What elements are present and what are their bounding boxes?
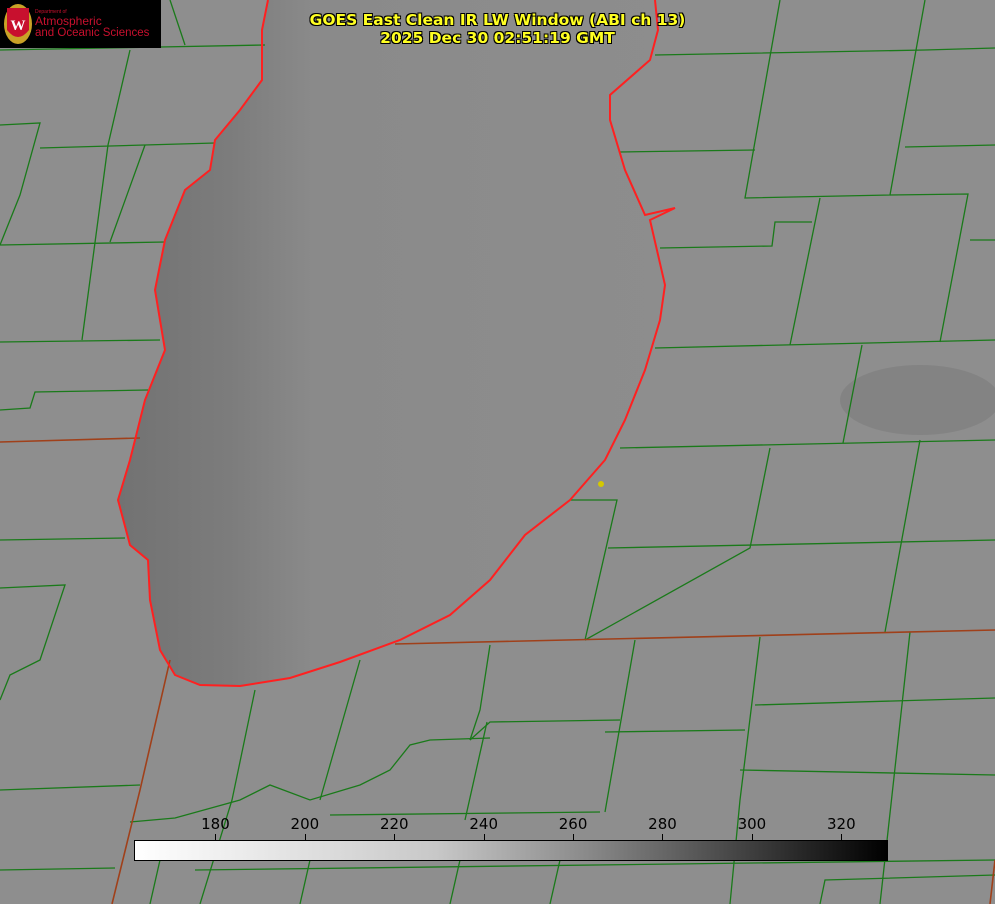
location-marker — [598, 481, 604, 487]
colorbar-tick-mark — [215, 834, 217, 840]
colorbar-tick-mark — [841, 834, 843, 840]
colorbar-tick-label: 200 — [290, 815, 320, 833]
cloud-feature — [840, 365, 995, 435]
colorbar-tick-mark — [662, 834, 664, 840]
uw-crest-icon: W — [4, 4, 32, 44]
colorbar-tick-label: 280 — [648, 815, 677, 833]
satellite-map — [0, 0, 995, 904]
logo-line2: and Oceanic Sciences — [35, 27, 150, 39]
colorbar-tick-mark — [751, 834, 753, 840]
colorbar-tick-label: 180 — [201, 815, 230, 833]
colorbar-tick-mark — [304, 834, 306, 840]
satellite-viewer: GOES East Clean IR LW Window (ABI ch 13)… — [0, 0, 995, 904]
colorbar — [134, 840, 888, 861]
svg-text:W: W — [11, 18, 26, 34]
aos-logo: W Department of Atmospheric and Oceanic … — [0, 0, 161, 48]
colorbar-tick-label: 240 — [469, 815, 498, 833]
colorbar-tick-mark — [394, 834, 396, 840]
colorbar-tick-label: 320 — [826, 815, 856, 833]
colorbar-tick-mark — [483, 834, 485, 840]
colorbar-tick-label: 220 — [379, 815, 409, 833]
colorbar-tick-label: 300 — [737, 815, 767, 833]
colorbar-tick-mark — [573, 834, 575, 840]
colorbar-tick-label: 260 — [558, 815, 588, 833]
logo-line1: Atmospheric — [35, 14, 102, 28]
